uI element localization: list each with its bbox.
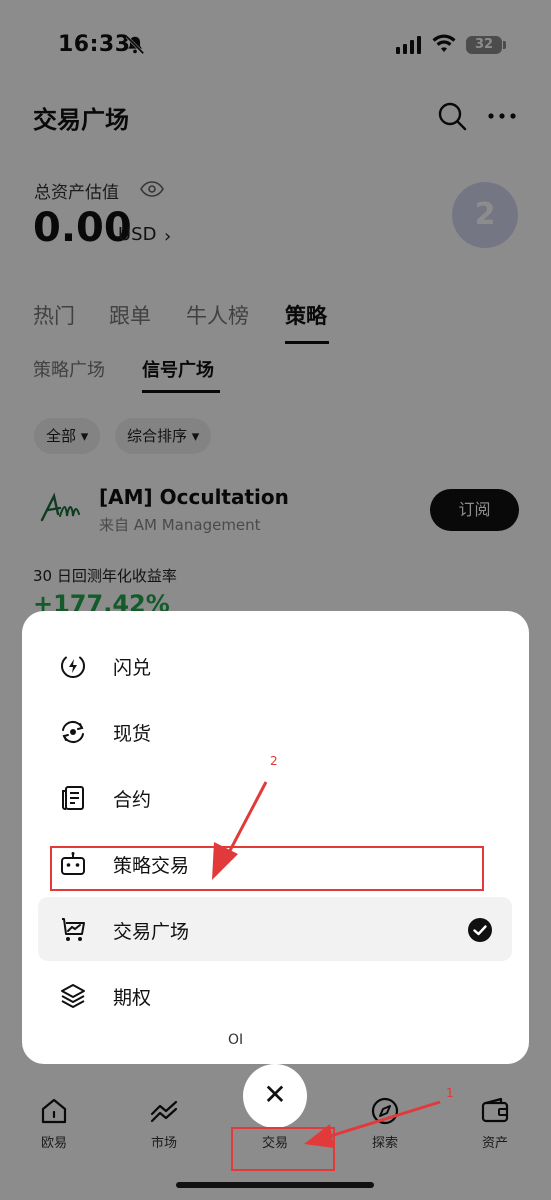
annotation-number-2: 2 xyxy=(270,754,278,768)
menu-item-contract[interactable]: 合约 xyxy=(38,765,512,829)
popup-hidden-text: OI xyxy=(228,1032,244,1048)
app-screen: 16:33 32 交易广场 总资产估值 0.00 USD › 2 热门 跟单 牛… xyxy=(0,0,551,1200)
annotation-box-trade xyxy=(231,1127,335,1171)
layers-icon xyxy=(61,984,85,1008)
annotation-box-strategy xyxy=(50,846,484,891)
menu-item-flash-swap[interactable]: 闪兑 xyxy=(38,633,512,697)
menu-label: 合约 xyxy=(113,789,152,811)
menu-label: 现货 xyxy=(113,723,152,745)
check-circle-icon xyxy=(468,918,492,942)
home-indicator[interactable] xyxy=(176,1182,374,1188)
menu-item-trading-square[interactable]: 交易广场 xyxy=(38,897,512,961)
menu-label: 交易广场 xyxy=(113,921,190,943)
chart-board-icon xyxy=(62,918,85,941)
spot-icon xyxy=(62,720,84,744)
menu-label: 闪兑 xyxy=(113,657,152,679)
menu-label: 期权 xyxy=(113,987,152,1009)
contract-icon xyxy=(62,786,84,810)
menu-item-options[interactable]: 期权 xyxy=(38,963,512,1027)
annotation-number-1: 1 xyxy=(446,1086,454,1100)
close-menu-button[interactable]: ✕ xyxy=(243,1064,307,1128)
flash-icon xyxy=(61,656,85,678)
